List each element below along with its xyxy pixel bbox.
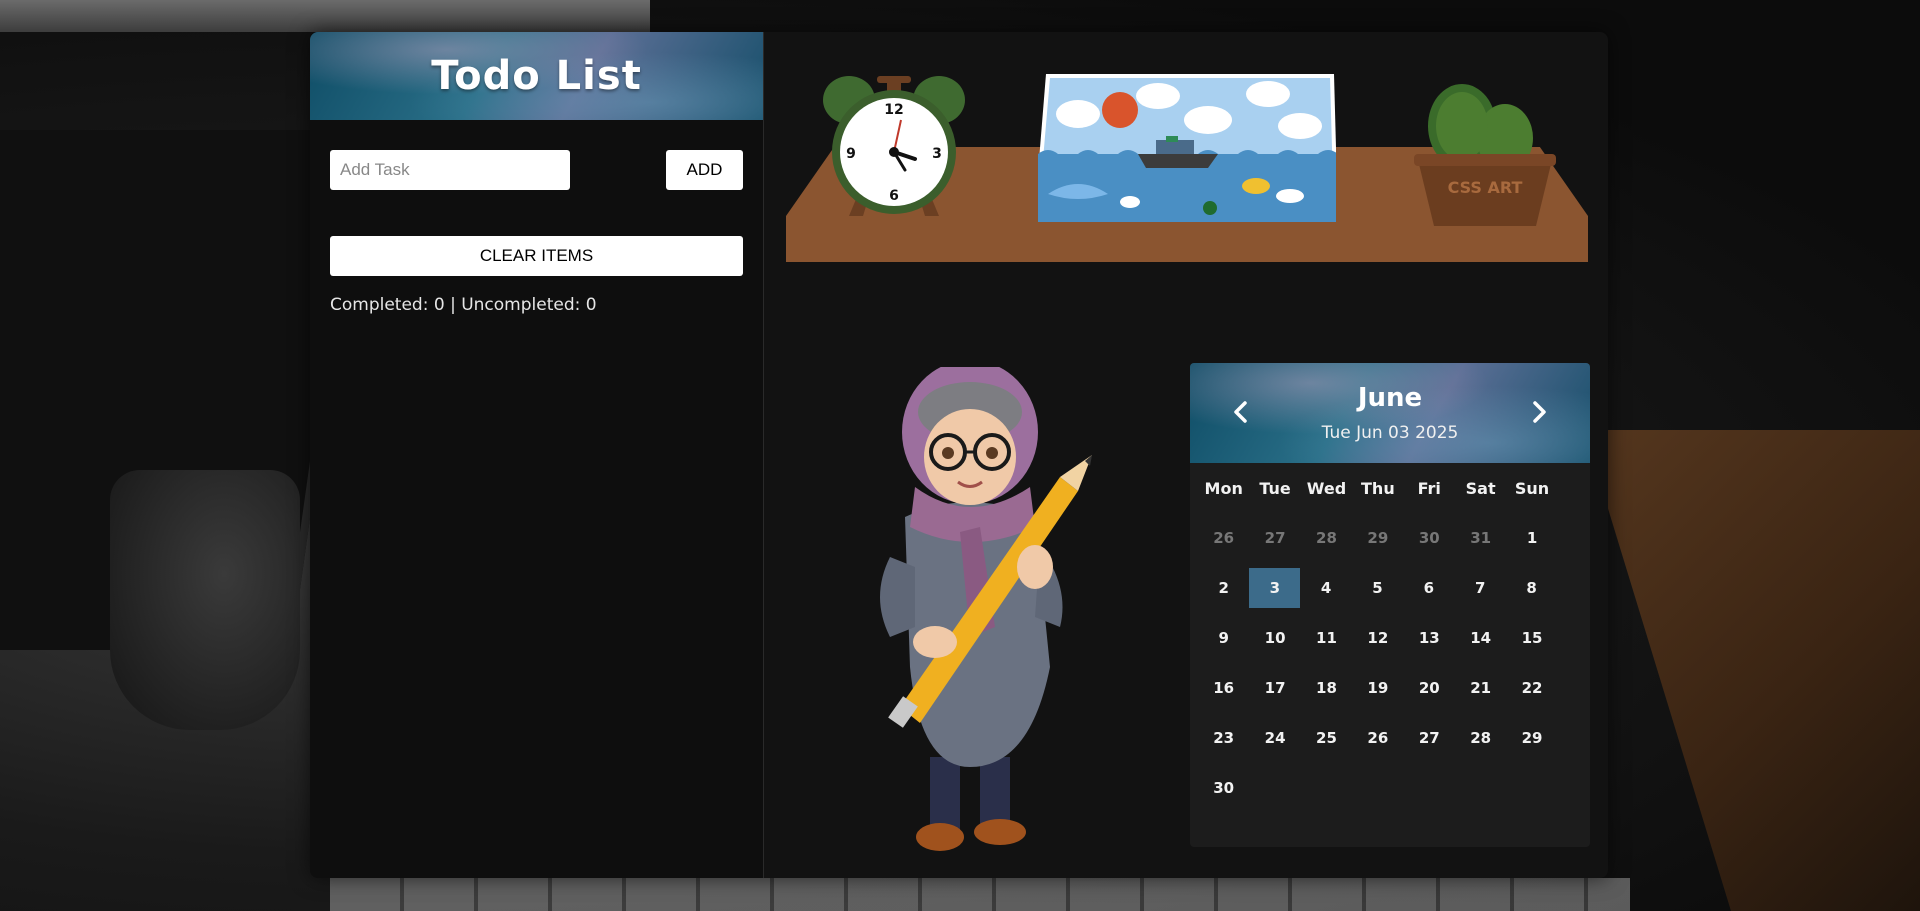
calendar: June Tue Jun 03 2025 Mon Tue Wed Thu Fri… xyxy=(1190,363,1590,847)
calendar-day[interactable]: 27 xyxy=(1404,713,1455,763)
calendar-day-prev-month[interactable]: 27 xyxy=(1249,513,1300,563)
weekday-label: Sat xyxy=(1465,478,1496,498)
week-row: 30 xyxy=(1190,763,1590,813)
calendar-day[interactable]: 29 xyxy=(1506,713,1557,763)
clear-items-button[interactable]: CLEAR ITEMS xyxy=(330,236,743,276)
week-row: 2 3 4 5 6 7 8 xyxy=(1190,563,1590,613)
calendar-day-prev-month[interactable]: 30 xyxy=(1404,513,1455,563)
calendar-day[interactable]: 28 xyxy=(1455,713,1506,763)
chevron-right-icon[interactable] xyxy=(1524,397,1554,427)
calendar-day-prev-month[interactable]: 29 xyxy=(1352,513,1403,563)
calendar-day[interactable]: 13 xyxy=(1404,613,1455,663)
calendar-day[interactable]: 24 xyxy=(1249,713,1300,763)
task-stats: Completed: 0 | Uncompleted: 0 xyxy=(330,295,597,315)
week-row: 9 10 11 12 13 14 15 xyxy=(1190,613,1590,663)
calendar-day[interactable]: 11 xyxy=(1301,613,1352,663)
weekday-label: Wed xyxy=(1306,478,1347,498)
add-task-input[interactable] xyxy=(330,150,570,190)
alarm-clock-icon: 12 3 6 9 xyxy=(823,76,965,216)
page-title: Todo List xyxy=(431,53,642,99)
character-illustration xyxy=(880,367,1092,851)
background-mug xyxy=(110,470,300,730)
weekday-label: Fri xyxy=(1417,478,1441,498)
app-window: Todo List ADD CLEAR ITEMS Completed: 0 |… xyxy=(310,32,1608,878)
calendar-day[interactable]: 19 xyxy=(1352,663,1403,713)
weekday-label: Mon xyxy=(1204,478,1243,498)
weekday-row: Mon Tue Wed Thu Fri Sat Sun xyxy=(1190,463,1590,513)
calendar-day[interactable]: 10 xyxy=(1249,613,1300,663)
weekday-label: Sun xyxy=(1514,478,1550,498)
calendar-grid: Mon Tue Wed Thu Fri Sat Sun 26 27 28 29 … xyxy=(1190,463,1590,813)
calendar-day-today[interactable]: 3 xyxy=(1249,568,1301,608)
calendar-day-prev-month[interactable]: 26 xyxy=(1198,513,1249,563)
calendar-day[interactable]: 2 xyxy=(1198,563,1249,613)
background-keyboard xyxy=(330,878,1630,911)
clock-number-12: 12 xyxy=(884,102,903,118)
calendar-day[interactable]: 25 xyxy=(1301,713,1352,763)
calendar-day[interactable]: 17 xyxy=(1249,663,1300,713)
css-art-label: CSS ART xyxy=(1447,178,1523,197)
week-row: 26 27 28 29 30 31 1 xyxy=(1190,513,1590,563)
calendar-day[interactable]: 20 xyxy=(1404,663,1455,713)
calendar-day[interactable]: 9 xyxy=(1198,613,1249,663)
clock-number-9: 9 xyxy=(846,146,856,162)
background-shelf xyxy=(0,0,650,32)
calendar-day[interactable]: 18 xyxy=(1301,663,1352,713)
weekday-label: Tue xyxy=(1259,478,1291,498)
weekday-label: Thu xyxy=(1361,478,1395,498)
calendar-day-prev-month[interactable]: 28 xyxy=(1301,513,1352,563)
calendar-header: June Tue Jun 03 2025 xyxy=(1190,363,1590,463)
week-row: 23 24 25 26 27 28 29 xyxy=(1190,713,1590,763)
calendar-day[interactable]: 6 xyxy=(1403,563,1454,613)
calendar-day[interactable]: 22 xyxy=(1506,663,1557,713)
cactus-icon xyxy=(1414,84,1556,226)
calendar-day[interactable]: 26 xyxy=(1352,713,1403,763)
calendar-day[interactable]: 23 xyxy=(1198,713,1249,763)
clock-number-3: 3 xyxy=(932,146,942,162)
calendar-day[interactable]: 30 xyxy=(1198,763,1249,813)
calendar-day[interactable]: 12 xyxy=(1352,613,1403,663)
todo-header: Todo List xyxy=(310,32,763,120)
calendar-day[interactable]: 1 xyxy=(1506,513,1557,563)
todo-sidebar: Todo List ADD CLEAR ITEMS Completed: 0 |… xyxy=(310,32,764,878)
calendar-day[interactable]: 5 xyxy=(1352,563,1403,613)
calendar-day[interactable]: 14 xyxy=(1455,613,1506,663)
add-button[interactable]: ADD xyxy=(666,150,743,190)
calendar-day[interactable]: 15 xyxy=(1506,613,1557,663)
calendar-day[interactable]: 21 xyxy=(1455,663,1506,713)
week-row: 16 17 18 19 20 21 22 xyxy=(1190,663,1590,713)
calendar-day[interactable]: 4 xyxy=(1300,563,1351,613)
calendar-day[interactable]: 7 xyxy=(1455,563,1506,613)
clock-number-6: 6 xyxy=(889,188,899,204)
calendar-day[interactable]: 16 xyxy=(1198,663,1249,713)
calendar-day[interactable]: 8 xyxy=(1506,563,1557,613)
picture-icon xyxy=(1038,74,1336,222)
calendar-day-prev-month[interactable]: 31 xyxy=(1455,513,1506,563)
